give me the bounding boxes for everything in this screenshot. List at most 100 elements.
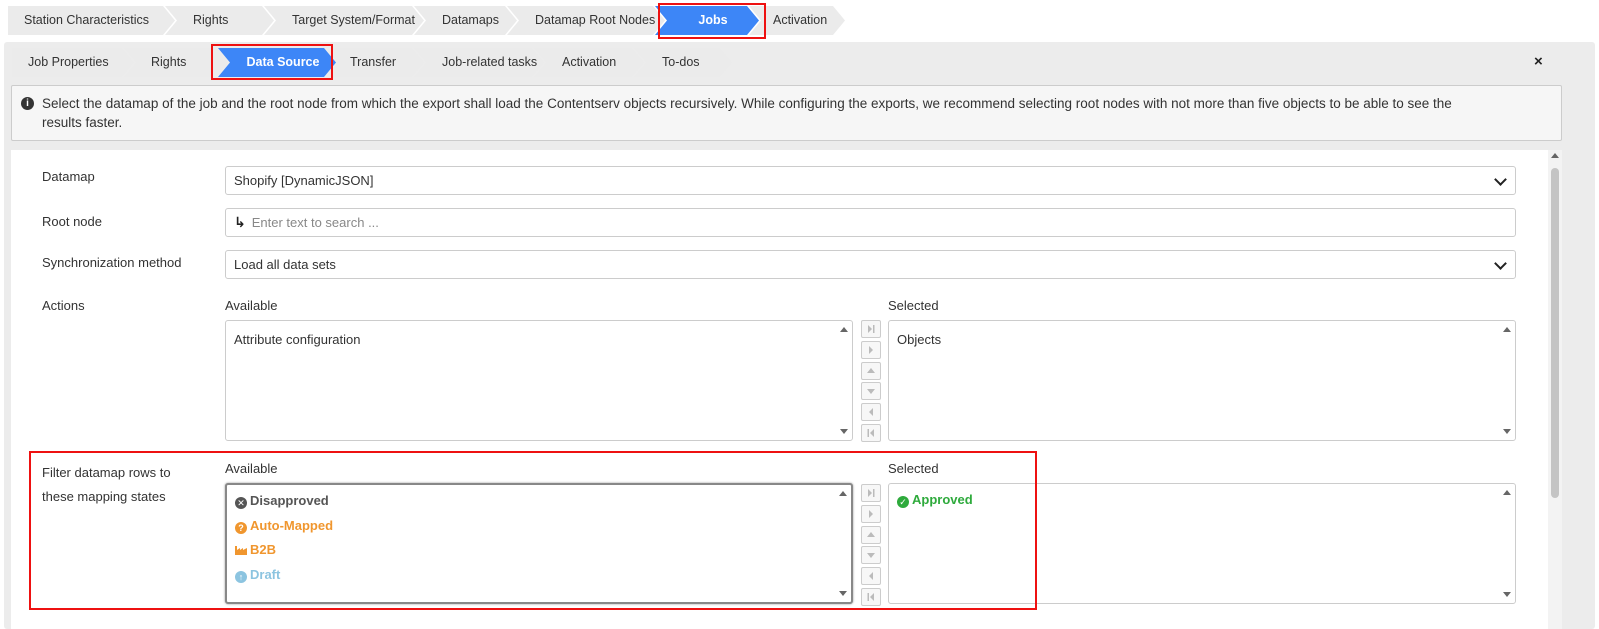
move-right-icon [869, 509, 873, 518]
root-node-placeholder: Enter text to search ... [251, 215, 379, 230]
scroll-down-icon[interactable] [1503, 429, 1511, 434]
step-label: Rights [193, 13, 229, 27]
page-scrollbar[interactable] [1548, 150, 1562, 629]
info-icon: i [21, 97, 34, 110]
arrow-up-circle-icon: ↑ [235, 570, 247, 583]
state-item-approved[interactable]: ✓ Approved [897, 488, 1507, 513]
list-item[interactable]: Attribute configuration [234, 328, 844, 353]
move-all-right-button[interactable] [861, 320, 881, 338]
move-up-button[interactable] [861, 525, 881, 544]
info-banner: i Select the datamap of the job and the … [11, 85, 1562, 141]
scroll-up-icon[interactable] [839, 491, 847, 496]
move-down-icon [867, 553, 875, 559]
state-label: B2B [250, 542, 277, 557]
move-left-button[interactable] [861, 567, 881, 586]
state-label: Approved [912, 492, 973, 507]
wizard-step-jobs[interactable]: Jobs [655, 6, 759, 35]
move-left-button[interactable] [861, 403, 881, 422]
state-label: Auto-Mapped [250, 517, 334, 533]
step-label: Data Source [246, 55, 320, 69]
move-right-button[interactable] [861, 340, 881, 359]
states-move-buttons [861, 484, 881, 609]
list-item[interactable]: Objects [897, 328, 1507, 353]
tab-activation[interactable]: Activation [534, 48, 644, 77]
wizard-step-target-system[interactable]: Target System/Format [264, 6, 424, 35]
states-available-list[interactable]: ✕ Disapproved ? Auto-Mapped B2B ↑ Draft [225, 483, 853, 604]
tab-todos[interactable]: To-dos [634, 48, 732, 77]
move-all-left-button[interactable] [861, 587, 881, 606]
move-right-icon [869, 345, 873, 354]
scroll-thumb[interactable] [1551, 168, 1559, 498]
info-text-line2: results faster. [42, 115, 123, 130]
scroll-up-icon[interactable] [1551, 153, 1559, 158]
close-icon[interactable]: × [1534, 53, 1543, 70]
step-label: Transfer [350, 55, 397, 69]
state-label: Disapproved [250, 493, 329, 508]
actions-move-buttons [861, 320, 881, 445]
tab-rights[interactable]: Rights [124, 48, 228, 77]
actions-available-label: Available [225, 298, 278, 313]
actions-available-list[interactable]: Attribute configuration [225, 320, 853, 441]
scroll-up-icon[interactable] [840, 327, 848, 332]
step-label: To-dos [662, 55, 700, 69]
step-label: Jobs [698, 13, 728, 27]
scroll-up-icon[interactable] [1503, 327, 1511, 332]
step-label: Activation [773, 13, 828, 27]
datamap-select[interactable]: Shopify [DynamicJSON] [225, 166, 1516, 195]
move-all-right-button[interactable] [861, 484, 881, 502]
scroll-down-icon[interactable] [839, 591, 847, 596]
state-label: Draft [250, 566, 281, 582]
chevron-down-icon [1494, 173, 1507, 186]
tab-transfer[interactable]: Transfer [326, 48, 424, 77]
step-label: Job-related tasks [442, 55, 538, 69]
info-text-line1: Select the datamap of the job and the ro… [42, 96, 1452, 111]
wizard-step-station-characteristics[interactable]: Station Characteristics [8, 6, 175, 35]
sub-wizard: Job Properties Rights Data Source Transf… [12, 48, 722, 77]
actions-selected-label: Selected [888, 298, 939, 313]
datamap-value: Shopify [DynamicJSON] [234, 173, 374, 188]
factory-icon [235, 546, 247, 555]
scroll-down-icon[interactable] [1503, 592, 1511, 597]
wizard-step-datamap-root-nodes[interactable]: Datamap Root Nodes [507, 6, 665, 35]
move-down-button[interactable] [861, 382, 881, 401]
move-down-button[interactable] [861, 546, 881, 565]
actions-label: Actions [42, 298, 85, 313]
move-all-right-icon [868, 325, 875, 333]
states-selected-list[interactable]: ✓ Approved [888, 483, 1516, 604]
wizard-step-datamaps[interactable]: Datamaps [414, 6, 517, 35]
tab-job-related-tasks[interactable]: Job-related tasks [414, 48, 544, 77]
tab-job-properties[interactable]: Job Properties [12, 48, 134, 77]
state-item-auto-mapped[interactable]: ? Auto-Mapped [235, 514, 843, 539]
move-down-icon [867, 389, 875, 395]
state-item-disapproved[interactable]: ✕ Disapproved [235, 489, 843, 514]
question-circle-icon: ? [235, 521, 247, 534]
filter-label-line2: these mapping states [42, 489, 166, 504]
move-up-icon [867, 367, 875, 373]
tab-data-source[interactable]: Data Source [218, 48, 336, 77]
state-item-b2b[interactable]: B2B [235, 538, 843, 563]
step-label: Datamaps [442, 13, 499, 27]
states-selected-label: Selected [888, 461, 939, 476]
actions-selected-list[interactable]: Objects [888, 320, 1516, 441]
wizard-step-activation[interactable]: Activation [749, 6, 845, 35]
step-label: Station Characteristics [24, 13, 150, 27]
step-label: Job Properties [28, 55, 109, 69]
state-item-draft[interactable]: ↑ Draft [235, 563, 843, 588]
move-all-right-icon [868, 489, 875, 497]
move-all-left-button[interactable] [861, 423, 881, 442]
root-node-label: Root node [42, 214, 102, 229]
top-wizard: Station Characteristics Rights Target Sy… [8, 6, 835, 35]
sync-method-select[interactable]: Load all data sets [225, 250, 1516, 279]
scroll-up-icon[interactable] [1503, 490, 1511, 495]
sync-method-value: Load all data sets [234, 257, 336, 272]
scroll-down-icon[interactable] [840, 429, 848, 434]
root-node-search[interactable]: ↳ Enter text to search ... [225, 208, 1516, 237]
move-up-button[interactable] [861, 361, 881, 380]
chevron-down-icon [1494, 257, 1507, 270]
arrow-turn-right-icon: ↳ [234, 214, 246, 230]
datamap-label: Datamap [42, 169, 95, 184]
move-all-left-icon [867, 592, 874, 601]
wizard-step-rights[interactable]: Rights [165, 6, 274, 35]
move-all-left-icon [867, 428, 874, 437]
move-right-button[interactable] [861, 504, 881, 523]
